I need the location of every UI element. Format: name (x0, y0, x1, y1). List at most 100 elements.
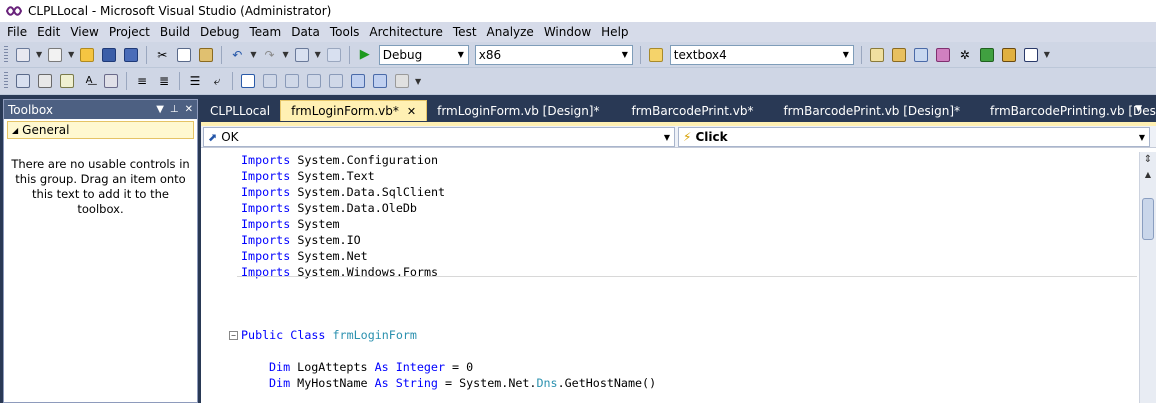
chevron-down-icon[interactable]: ▼ (415, 77, 421, 86)
object-browser-icon[interactable] (912, 46, 930, 64)
chevron-down-icon[interactable]: ▼ (454, 46, 468, 64)
scrollbar-thumb[interactable] (1142, 198, 1154, 240)
menu-tools[interactable]: Tools (325, 22, 365, 42)
toolbox-controls: ▼ ⊥ ✕ (156, 104, 193, 115)
next-bookmark-icon[interactable] (283, 72, 301, 90)
chevron-down-icon[interactable]: ▼ (1135, 133, 1149, 142)
toolbar-separator (348, 45, 350, 64)
method-name-combo[interactable]: ⚡ Click ▼ (678, 127, 1150, 147)
code-line: Dim LogAttepts As Integer = 0 (269, 360, 474, 374)
menu-debug[interactable]: Debug (195, 22, 244, 42)
open-folder-icon[interactable] (78, 46, 96, 64)
chevron-down-icon[interactable]: ▼ (315, 50, 321, 59)
properties-window-icon[interactable] (890, 46, 908, 64)
chevron-down-icon[interactable]: ▼ (839, 46, 853, 64)
scroll-up-icon[interactable]: ▲ (1140, 167, 1156, 182)
tab-frmbarcodeprinting-design[interactable]: frmBarcodePrinting.vb [Design]* (970, 100, 1156, 121)
extension-manager-icon[interactable]: ✲ (956, 46, 974, 64)
increase-indent-icon[interactable]: ☰ (186, 72, 204, 90)
code-line: Imports System.Configuration (241, 153, 439, 167)
toolbox-icon[interactable] (934, 46, 952, 64)
chevron-down-icon[interactable]: ▼ (660, 133, 674, 142)
menu-test[interactable]: Test (448, 22, 482, 42)
cut-icon[interactable]: ✂ (153, 46, 171, 64)
menu-data[interactable]: Data (286, 22, 325, 42)
display-word-completion-icon[interactable]: A͟ (80, 72, 98, 90)
menu-analyze[interactable]: Analyze (482, 22, 539, 42)
redo-icon[interactable]: ↷ (260, 46, 278, 64)
display-object-member-list-icon[interactable] (14, 72, 32, 90)
menu-window[interactable]: Window (539, 22, 596, 42)
toolbar-grip[interactable] (4, 72, 8, 90)
command-window-icon[interactable] (1022, 46, 1040, 64)
navigate-backward-icon[interactable] (293, 46, 311, 64)
next-bookmark-in-folder-icon[interactable] (327, 72, 345, 90)
paste-icon[interactable] (197, 46, 215, 64)
tab-label: frmBarcodePrint.vb [Design]* (783, 103, 961, 118)
chevron-down-icon[interactable]: ▼ (250, 50, 256, 59)
menu-file[interactable]: File (2, 22, 32, 42)
toolbox-empty-message: There are no usable controls in this gro… (11, 157, 190, 216)
class-view-icon[interactable] (1000, 46, 1018, 64)
pin-icon[interactable]: ⊥ (170, 104, 179, 115)
save-icon[interactable] (100, 46, 118, 64)
solution-configuration-select[interactable]: Debug ▼ (378, 44, 469, 65)
menu-edit[interactable]: Edit (32, 22, 65, 42)
display-parameter-info-icon[interactable] (36, 72, 54, 90)
chevron-down-icon[interactable]: ▼ (282, 50, 288, 59)
display-quick-info-icon[interactable] (58, 72, 76, 90)
add-item-icon[interactable] (46, 46, 64, 64)
class-name-combo[interactable]: ⬈ OK ▼ (203, 127, 675, 147)
next-bookmark-in-document-icon[interactable] (371, 72, 389, 90)
chevron-down-icon[interactable]: ▼ (68, 50, 74, 59)
solution-explorer-icon[interactable] (868, 46, 886, 64)
menu-help[interactable]: Help (596, 22, 633, 42)
vertical-scrollbar[interactable]: ⇕ ▲ (1139, 152, 1156, 403)
previous-bookmark-in-document-icon[interactable] (349, 72, 367, 90)
close-tab-icon[interactable]: ✕ (407, 105, 416, 118)
chevron-down-icon[interactable]: ▼ (618, 46, 632, 64)
tab-label: frmLoginForm.vb [Design]* (437, 103, 600, 118)
code-area[interactable]: Imports System.Configuration Imports Sys… (201, 152, 1139, 403)
tab-frmbarcodeprint-design[interactable]: frmBarcodePrint.vb [Design]* (763, 100, 970, 121)
chevron-down-icon[interactable]: ▼ (1044, 50, 1050, 59)
collapse-region-icon[interactable]: − (229, 331, 238, 340)
menu-architecture[interactable]: Architecture (364, 22, 447, 42)
start-debugging-icon[interactable]: ▶ (356, 46, 374, 64)
toolbar-grip[interactable] (4, 45, 8, 64)
split-editor-icon[interactable]: ⇕ (1140, 152, 1156, 167)
collapse-triangle-icon[interactable]: ◢ (12, 126, 18, 135)
tab-label: frmLoginForm.vb* (291, 104, 399, 118)
find-combo[interactable]: textbox4 ▼ (669, 44, 854, 65)
tab-frmloginform-design[interactable]: frmLoginForm.vb [Design]* (427, 100, 609, 121)
solution-platform-select[interactable]: x86 ▼ (474, 44, 633, 65)
menu-project[interactable]: Project (104, 22, 155, 42)
copy-icon[interactable] (175, 46, 193, 64)
find-in-files-icon[interactable] (647, 46, 665, 64)
window-position-icon[interactable]: ▼ (156, 104, 164, 115)
previous-bookmark-icon[interactable] (261, 72, 279, 90)
start-page-icon[interactable] (978, 46, 996, 64)
close-icon[interactable]: ✕ (185, 104, 193, 115)
chevron-down-icon[interactable]: ▼ (36, 50, 42, 59)
toggle-bookmark-icon[interactable] (239, 72, 257, 90)
tab-frmbarcodeprint-code[interactable]: frmBarcodePrint.vb* (609, 100, 763, 121)
tab-frmloginform-code[interactable]: frmLoginForm.vb* ✕ (280, 100, 428, 121)
uncomment-icon[interactable]: ≣ (155, 72, 173, 90)
comment-out-icon[interactable]: ≡ (133, 72, 151, 90)
menu-team[interactable]: Team (244, 22, 286, 42)
active-files-dropdown-icon[interactable]: ▼ (1135, 104, 1142, 114)
move-caret-icon[interactable]: ⤶ (208, 72, 226, 90)
undo-icon[interactable]: ↶ (228, 46, 246, 64)
menu-view[interactable]: View (65, 22, 103, 42)
new-project-icon[interactable] (14, 46, 32, 64)
previous-bookmark-in-folder-icon[interactable] (305, 72, 323, 90)
menu-build[interactable]: Build (155, 22, 195, 42)
toolbox-group-general[interactable]: ◢ General (7, 121, 194, 139)
save-all-icon[interactable] (122, 46, 140, 64)
decrease-indent-icon[interactable] (102, 72, 120, 90)
code-line: Imports System.Net (241, 249, 368, 263)
tab-clpllocal[interactable]: CLPLLocal (200, 100, 280, 121)
navigate-forward-icon[interactable] (325, 46, 343, 64)
clear-bookmarks-icon[interactable] (393, 72, 411, 90)
